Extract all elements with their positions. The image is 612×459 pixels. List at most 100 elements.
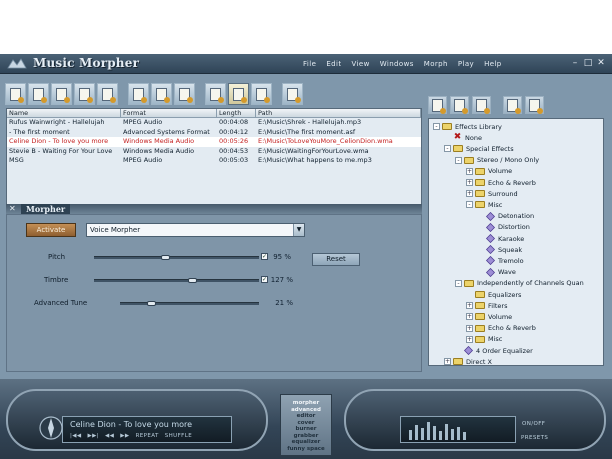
tree-item-misc[interactable]: + Misc [466, 334, 502, 345]
maximize-icon[interactable]: □ [583, 58, 593, 68]
tree-item-echo-reverb[interactable]: + Echo & Reverb [466, 177, 536, 188]
menu-windows[interactable]: Windows [380, 60, 414, 68]
copy-button[interactable] [128, 83, 149, 105]
table-row[interactable]: Celine Dion - To love you more Windows Me… [7, 137, 421, 147]
save-button[interactable] [51, 83, 72, 105]
reset-button[interactable]: Reset [312, 253, 360, 266]
menu-help[interactable]: Help [484, 60, 502, 68]
add-effect-button[interactable] [428, 96, 447, 114]
save-as-button[interactable] [74, 83, 95, 105]
morpher-button[interactable] [228, 83, 249, 105]
panel-close-icon[interactable]: ✕ [9, 204, 16, 214]
pitch-slider[interactable] [94, 255, 259, 260]
tree-item-none[interactable]: ✖ None [444, 132, 482, 143]
expand-icon[interactable]: + [466, 167, 473, 175]
tree-item-equalizers[interactable]: Equalizers [466, 289, 521, 300]
player-skin: Celine Dion - To love you more |◀◀ ▶▶| ◀◀ ▶… [0, 379, 612, 459]
expand-icon[interactable]: + [444, 358, 451, 365]
menu-play[interactable]: Play [458, 60, 474, 68]
column-header-path[interactable]: Path [256, 109, 421, 117]
transport-button-3[interactable]: ▶▶ [120, 433, 129, 439]
expand-icon[interactable]: + [466, 302, 473, 310]
playlist-button[interactable] [205, 83, 226, 105]
menu-edit[interactable]: Edit [326, 60, 341, 68]
export-button[interactable] [525, 96, 544, 114]
tree-item-4-order-equalizer[interactable]: 4 Order Equalizer [455, 345, 533, 356]
advanced-tune-slider-thumb[interactable] [147, 301, 156, 306]
tree-item-volume[interactable]: + Volume [466, 166, 512, 177]
tree-item-wave[interactable]: Wave [477, 267, 516, 278]
import-button[interactable] [503, 96, 522, 114]
tree-item-echo-reverb[interactable]: + Echo & Reverb [466, 323, 536, 334]
voice-button[interactable] [251, 83, 272, 105]
app-logo-icon [7, 58, 27, 69]
timbre-slider[interactable] [94, 278, 259, 283]
presets-button[interactable]: PRESETS [521, 435, 548, 441]
collapse-icon[interactable]: - [466, 201, 473, 209]
tree-item-stereo-mono-only[interactable]: - Stereo / Mono Only [455, 155, 539, 166]
transport-button-2[interactable]: ◀◀ [105, 433, 114, 439]
timbre-checkbox[interactable]: ✓ [261, 276, 268, 283]
menu-morph[interactable]: Morph [424, 60, 448, 68]
expand-icon[interactable]: + [466, 313, 473, 321]
pitch-checkbox[interactable]: ✓ [261, 253, 268, 260]
record-button[interactable] [97, 83, 118, 105]
tree-item-label: Independently of Channels Quan [477, 279, 584, 288]
collapse-icon[interactable]: - [455, 279, 462, 287]
collapse-icon[interactable]: - [455, 156, 462, 164]
expand-icon[interactable]: + [466, 335, 473, 343]
column-header-format[interactable]: Format [121, 109, 217, 117]
tree-item-direct-x[interactable]: + Direct X [444, 356, 492, 365]
tree-item-detonation[interactable]: Detonation [477, 211, 534, 222]
minimize-icon[interactable]: – [570, 58, 580, 68]
open-button[interactable] [28, 83, 49, 105]
expand-icon[interactable]: + [466, 190, 473, 198]
timbre-value: 127 % [270, 276, 293, 284]
menu-file[interactable]: File [303, 60, 316, 68]
tree-item-independently-of-channels-quan[interactable]: - Independently of Channels Quan [455, 278, 584, 289]
column-header-length[interactable]: Length [217, 109, 256, 117]
mode-funny-space[interactable]: funny space [281, 446, 331, 453]
delete-button[interactable] [174, 83, 195, 105]
timbre-slider-thumb[interactable] [188, 278, 197, 283]
tree-item-tremolo[interactable]: Tremolo [477, 255, 524, 266]
table-row[interactable]: MSG MPEG Audio 00:05:03 E:\Music\What happe… [7, 156, 421, 166]
transport-button-0[interactable]: |◀◀ [70, 433, 82, 439]
file-path-cell: E:\Music\The first moment.asf [258, 127, 356, 136]
export-button[interactable] [282, 83, 303, 105]
activate-button[interactable]: Activate [26, 223, 76, 237]
transport-shuffle[interactable]: SHUFFLE [165, 433, 192, 439]
tree-item-effects-library[interactable]: - Effects Library [433, 121, 502, 132]
menu-view[interactable]: View [351, 60, 369, 68]
edit-effect-button[interactable] [450, 96, 469, 114]
collapse-icon[interactable]: - [444, 145, 451, 153]
paste-button[interactable] [151, 83, 172, 105]
transport-button-1[interactable]: ▶▶| [88, 433, 100, 439]
expand-icon[interactable]: + [466, 324, 473, 332]
delete-effect-button[interactable] [472, 96, 491, 114]
tree-item-distortion[interactable]: Distortion [477, 222, 530, 233]
collapse-icon[interactable]: - [433, 123, 440, 130]
advanced-tune-slider[interactable] [120, 301, 259, 306]
tree-item-squeak[interactable]: Squeak [477, 244, 522, 255]
onoff-button[interactable]: ON/OFF [522, 421, 545, 427]
pitch-slider-thumb[interactable] [161, 255, 170, 260]
chevron-down-icon[interactable]: ▼ [293, 224, 304, 236]
tree-item-volume[interactable]: + Volume [466, 311, 512, 322]
expand-icon[interactable]: + [466, 179, 473, 186]
tree-item-misc[interactable]: - Misc [466, 199, 502, 210]
column-header-name[interactable]: Name [7, 109, 121, 117]
add-files-button[interactable] [5, 83, 26, 105]
tree-item-surround[interactable]: + Surround [466, 188, 518, 199]
close-icon[interactable]: ✕ [596, 58, 606, 68]
preset-select[interactable]: Voice Morpher ▼ [86, 223, 305, 237]
tree-item-label: Echo & Reverb [488, 178, 536, 187]
table-row[interactable]: Stevie B - Waiting For Your Love Windows … [7, 147, 421, 157]
tree-item-filters[interactable]: + Filters [466, 300, 507, 311]
transport-repeat[interactable]: REPEAT [136, 433, 159, 439]
tree-item-karaoke[interactable]: Karaoke [477, 233, 524, 244]
tree-item-special-effects[interactable]: - Special Effects [444, 143, 514, 154]
mode-menu: morpher advanced editor cover burner grabber e… [280, 394, 332, 456]
table-row[interactable]: - The first moment Advanced Systems Forma… [7, 128, 421, 138]
table-row[interactable]: Rufus Wainwright - Hallelujah MPEG Audio 0… [7, 118, 421, 128]
